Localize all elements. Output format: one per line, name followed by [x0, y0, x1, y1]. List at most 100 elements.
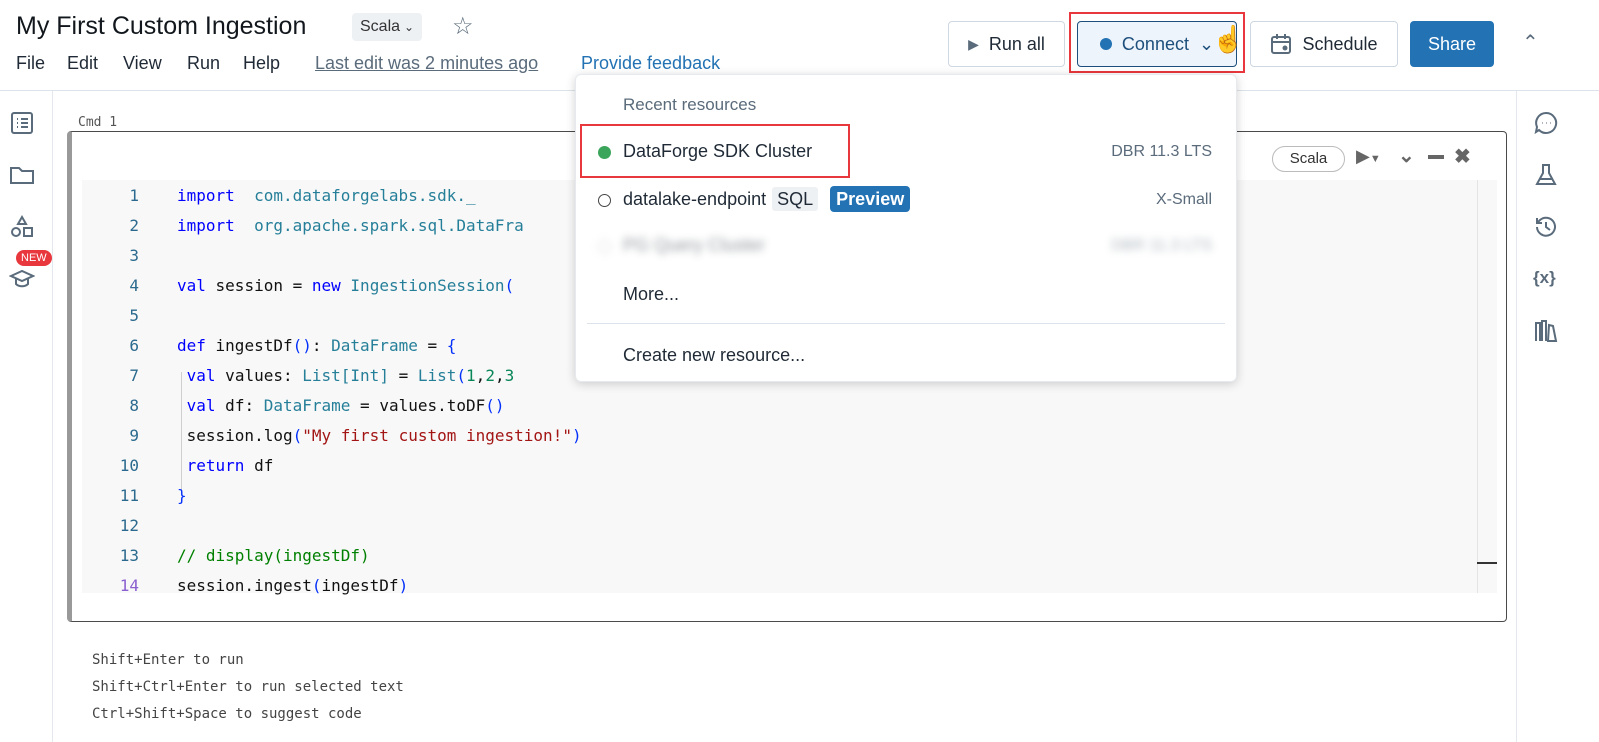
code-token: val — [177, 276, 206, 295]
code-token: DataFrame — [331, 336, 418, 355]
line-number: 1 — [129, 186, 139, 205]
share-button[interactable]: Share — [1410, 21, 1494, 67]
resource-item-blurred[interactable]: PG Query Cluster DBR 11.3 LTS — [576, 223, 1236, 269]
hint-run-selected: Shift+Ctrl+Enter to run selected text — [92, 679, 404, 695]
code-token: ingestDf — [321, 576, 399, 595]
code-token: , — [494, 366, 505, 385]
menu-file[interactable]: File — [16, 53, 45, 74]
code-line: } — [177, 486, 187, 505]
library-icon[interactable] — [1533, 318, 1559, 344]
resource-detail: DBR 11.3 LTS — [1111, 237, 1212, 254]
code-token: def — [177, 336, 206, 355]
minimize-icon[interactable] — [1428, 155, 1444, 159]
cell-language-badge[interactable]: Scala — [1272, 146, 1345, 172]
line-number: 6 — [129, 336, 139, 355]
code-token: session.log — [177, 426, 293, 445]
code-token: ) — [398, 576, 409, 595]
code-token: 3 — [504, 366, 515, 385]
preview-badge: Preview — [830, 186, 911, 212]
code-token: return — [186, 456, 245, 475]
code-token: new — [311, 276, 341, 295]
graduation-cap-icon[interactable] — [9, 266, 35, 292]
close-icon[interactable]: ✖ — [1454, 144, 1471, 169]
code-token: import — [177, 216, 235, 235]
status-icon — [598, 240, 611, 253]
history-icon[interactable] — [1533, 214, 1559, 240]
hint-run: Shift+Enter to run — [92, 652, 244, 668]
resource-item-datalake[interactable]: datalake-endpoint SQL Preview X-Small — [576, 177, 1236, 223]
run-all-button[interactable]: ▶ Run all — [948, 21, 1065, 67]
resource-detail: X-Small — [1155, 191, 1212, 208]
editor-scrollbar[interactable] — [1477, 180, 1478, 593]
provide-feedback-link[interactable]: Provide feedback — [581, 53, 720, 74]
code-token: List — [417, 366, 457, 385]
code-token: 2 — [485, 366, 495, 385]
code-line: val session = new IngestionSession( — [177, 276, 514, 295]
language-selector[interactable]: Scala ⌄ — [352, 13, 423, 41]
run-cell-icon[interactable]: ▶▼ — [1356, 146, 1381, 167]
code-token: org.apache.spark.sql.DataFra — [254, 216, 524, 235]
schedule-button[interactable]: Schedule — [1250, 21, 1398, 67]
sql-tag: SQL — [772, 187, 819, 211]
create-resource-item[interactable]: Create new resource... — [623, 345, 805, 366]
last-edit-link[interactable]: Last edit was 2 minutes ago — [315, 53, 538, 74]
line-number: 7 — [129, 366, 139, 385]
collapse-header-icon[interactable]: ⌃ — [1522, 30, 1539, 55]
code-line: return df — [177, 456, 274, 475]
table-of-contents-icon[interactable] — [9, 110, 35, 136]
connect-dropdown: Recent resources DataForge SDK Cluster D… — [575, 74, 1237, 382]
more-resources-item[interactable]: More... — [623, 284, 679, 305]
code-line: def ingestDf(): DataFrame = { — [177, 336, 456, 355]
notebook-title[interactable]: My First Custom Ingestion — [16, 12, 306, 41]
code-token: session.ingest — [177, 576, 312, 595]
run-all-label: Run all — [988, 33, 1045, 54]
code-token: IngestionSession — [350, 276, 505, 295]
line-number: 9 — [129, 426, 139, 445]
resource-name: PG Query Cluster — [623, 235, 766, 255]
code-token: = — [388, 366, 418, 385]
line-number: 11 — [119, 486, 139, 505]
schedule-label: Schedule — [1302, 33, 1378, 54]
code-line: import org.apache.spark.sql.DataFra — [177, 216, 524, 235]
left-sidebar-divider — [52, 91, 53, 742]
calendar-icon — [1271, 34, 1292, 54]
new-badge: NEW — [16, 250, 52, 266]
variables-icon[interactable]: {x} — [1533, 268, 1556, 288]
code-line: import com.dataforgelabs.sdk._ — [177, 186, 476, 205]
flask-icon[interactable] — [1533, 162, 1559, 188]
comment-icon[interactable] — [1533, 110, 1559, 136]
stopped-status-icon — [598, 194, 611, 207]
code-token: 1 — [466, 366, 476, 385]
code-line: session.log("My first custom ingestion!"… — [177, 426, 582, 445]
code-token: DataFrame — [263, 396, 351, 415]
code-token: "My first custom ingestion!" — [302, 426, 572, 445]
line-number: 12 — [119, 516, 139, 535]
star-icon[interactable]: ☆ — [452, 12, 474, 41]
right-sidebar-divider — [1516, 91, 1517, 742]
highlight-box — [580, 124, 850, 178]
menu-help[interactable]: Help — [243, 53, 280, 74]
chevron-down-icon: ⌄ — [404, 20, 415, 34]
code-token: ) — [571, 426, 582, 445]
scroll-position-marker — [1477, 562, 1497, 564]
code-token: : — [311, 336, 332, 355]
code-token: } — [177, 486, 187, 505]
shapes-icon[interactable] — [9, 214, 35, 240]
line-number: 3 — [129, 246, 139, 265]
code-token: import — [177, 186, 235, 205]
code-line: val df: DataFrame = values.toDF() — [177, 396, 505, 415]
code-token: ( — [292, 426, 303, 445]
code-line: session.ingest(ingestDf) — [177, 576, 408, 595]
chevron-down-icon[interactable]: ⌄ — [1398, 143, 1415, 168]
menu-edit[interactable]: Edit — [67, 53, 98, 74]
menu-run[interactable]: Run — [187, 53, 220, 74]
code-token: List[Int] — [302, 366, 389, 385]
code-token: // display(ingestDf) — [177, 546, 370, 565]
menu-view[interactable]: View — [123, 53, 162, 74]
folder-icon[interactable] — [9, 162, 35, 188]
